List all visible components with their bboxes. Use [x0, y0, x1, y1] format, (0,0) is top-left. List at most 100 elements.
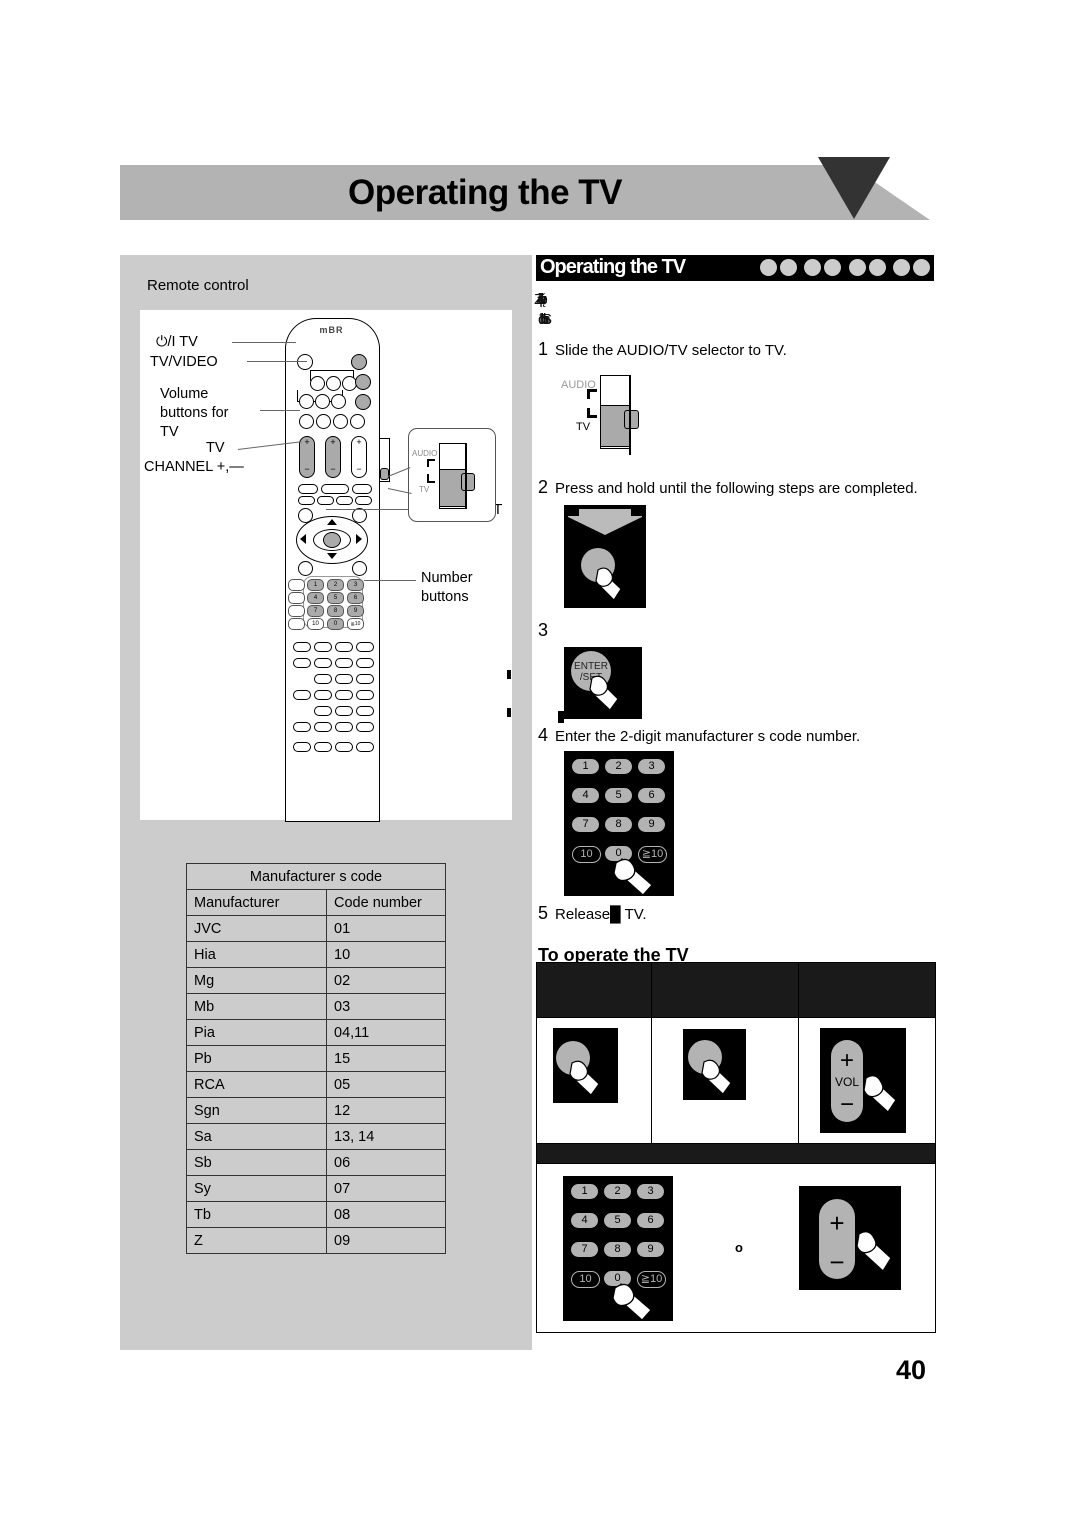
remote-button[interactable]	[352, 484, 372, 494]
keypad-key-8[interactable]: 8	[605, 817, 632, 832]
remote-button[interactable]	[333, 414, 348, 429]
remote-button[interactable]	[293, 742, 311, 752]
keypad-key-7[interactable]: 7	[572, 817, 599, 832]
keypad-key-9[interactable]: 9	[638, 817, 665, 832]
callout-label-volume: Volume	[160, 386, 209, 402]
number-button-0[interactable]: 0	[327, 618, 344, 630]
remote-button[interactable]	[356, 674, 374, 684]
number-button-3[interactable]: 3	[347, 579, 364, 591]
remote-button[interactable]	[310, 376, 325, 391]
remote-button[interactable]	[335, 674, 353, 684]
number-button-5[interactable]: 5	[327, 592, 344, 604]
number-button-9[interactable]: 9	[347, 605, 364, 617]
keypad-key-8[interactable]: 8	[604, 1242, 631, 1257]
operate-table-header-row	[537, 963, 935, 1018]
number-button-2[interactable]: 2	[327, 579, 344, 591]
remote-button[interactable]	[314, 742, 332, 752]
keypad-key-6[interactable]: 6	[638, 788, 665, 803]
remote-button[interactable]	[314, 658, 332, 668]
tv-video-gray-button[interactable]	[355, 394, 371, 410]
remote-button[interactable]	[293, 722, 311, 732]
remote-button[interactable]	[298, 561, 313, 576]
chevron-up-icon	[327, 519, 337, 525]
remote-button[interactable]	[335, 658, 353, 668]
remote-button[interactable]	[335, 690, 353, 700]
number-button-8[interactable]: 8	[327, 605, 344, 617]
keypad-key-6[interactable]: 6	[637, 1213, 664, 1228]
keypad-key-1[interactable]: 1	[572, 759, 599, 774]
number-button-4[interactable]: 4	[307, 592, 324, 604]
number-button-6[interactable]: 6	[347, 592, 364, 604]
direction-pad[interactable]	[296, 516, 368, 564]
keypad-key-4[interactable]: 4	[572, 788, 599, 803]
remote-button[interactable]	[314, 722, 332, 732]
remote-button[interactable]	[356, 722, 374, 732]
remote-button[interactable]	[293, 690, 311, 700]
number-button-1[interactable]: 1	[307, 579, 324, 591]
remote-button[interactable]	[299, 414, 314, 429]
number-button-7[interactable]: 7	[307, 605, 324, 617]
tv-video-button[interactable]	[331, 394, 346, 409]
keypad-key-10[interactable]: 10	[571, 1271, 600, 1288]
keypad-key-5[interactable]: 5	[605, 788, 632, 803]
number-button-10[interactable]: 10	[307, 618, 324, 630]
table-row: Sgn 12	[186, 1097, 446, 1124]
remote-button[interactable]	[288, 618, 305, 630]
keypad-key-1[interactable]: 1	[571, 1184, 598, 1199]
remote-button[interactable]	[356, 690, 374, 700]
remote-button[interactable]	[356, 706, 374, 716]
remote-button[interactable]	[355, 496, 372, 505]
remote-button[interactable]	[356, 642, 374, 652]
keypad-key-3[interactable]: 3	[637, 1184, 664, 1199]
svg-text:VOL: VOL	[835, 1075, 859, 1089]
table-title-row: Manufacturer s code	[186, 863, 446, 890]
remote-button[interactable]	[356, 658, 374, 668]
tv-channel-rocker[interactable]: + −	[325, 436, 341, 478]
remote-button[interactable]	[299, 394, 314, 409]
remote-button[interactable]	[326, 376, 341, 391]
remote-button[interactable]	[298, 496, 315, 505]
remote-rocker[interactable]: + −	[351, 436, 367, 478]
remote-button[interactable]	[321, 484, 349, 494]
remote-button[interactable]	[356, 742, 374, 752]
keypad-key-3[interactable]: 3	[638, 759, 665, 774]
number-button-over10[interactable]: ≧10	[347, 618, 364, 630]
press-button-graphic	[688, 1040, 732, 1095]
remote-button[interactable]	[315, 394, 330, 409]
remote-button[interactable]	[335, 722, 353, 732]
step2-diagram	[564, 505, 646, 608]
remote-button[interactable]	[336, 496, 353, 505]
keypad-key-5[interactable]: 5	[604, 1213, 631, 1228]
remote-button[interactable]	[293, 658, 311, 668]
remote-button[interactable]	[316, 414, 331, 429]
enter-set-button[interactable]	[323, 532, 341, 548]
keypad-key-9[interactable]: 9	[637, 1242, 664, 1257]
table-row: Sb 06	[186, 1149, 446, 1176]
audio-tv-selector-knob[interactable]	[380, 468, 389, 480]
remote-button[interactable]	[335, 706, 353, 716]
remote-button[interactable]	[314, 642, 332, 652]
remote-button[interactable]	[293, 642, 311, 652]
keypad-key-2[interactable]: 2	[604, 1184, 631, 1199]
remote-button[interactable]	[288, 605, 305, 617]
remote-button[interactable]	[335, 642, 353, 652]
remote-button[interactable]	[288, 579, 305, 591]
remote-button[interactable]	[317, 496, 334, 505]
remote-button[interactable]	[314, 690, 332, 700]
remote-button[interactable]	[314, 706, 332, 716]
remote-button[interactable]	[288, 592, 305, 604]
keypad-key-7[interactable]: 7	[571, 1242, 598, 1257]
audio-mode-button[interactable]	[351, 354, 367, 370]
step-text: Enter the 2-digit manufacturer s code nu…	[555, 728, 861, 745]
remote-button[interactable]	[335, 742, 353, 752]
keypad-key-4[interactable]: 4	[571, 1213, 598, 1228]
manufacturer-code-table: Manufacturer s code Manufacturer Code nu…	[186, 863, 446, 1254]
selector-tv-label: TV	[576, 421, 591, 433]
keypad-key-10[interactable]: 10	[572, 846, 601, 863]
remote-button[interactable]	[298, 484, 318, 494]
tv-power-button[interactable]	[355, 374, 371, 390]
keypad-key-2[interactable]: 2	[605, 759, 632, 774]
remote-button[interactable]	[350, 414, 365, 429]
remote-button[interactable]	[314, 674, 332, 684]
remote-button[interactable]	[352, 561, 367, 576]
